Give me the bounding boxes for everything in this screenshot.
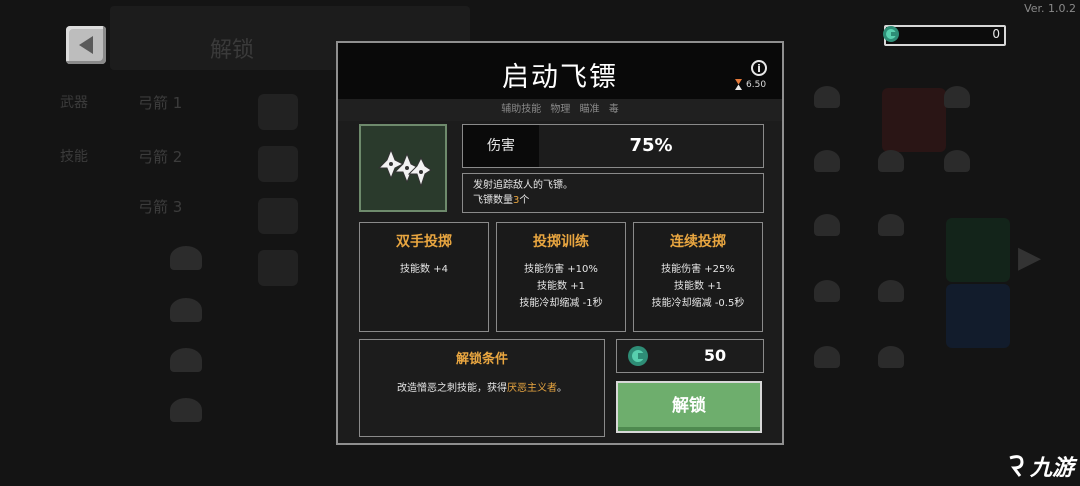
skill-icon-box [359,124,447,212]
lock-icon [878,150,904,172]
bg-list-label: 弓箭 2 [138,148,183,166]
upgrade-effect: 技能伤害 +10% [524,264,598,275]
lock-icon [170,398,202,422]
unlock-button[interactable]: 解锁 [616,381,762,433]
bg-skill-icon [258,146,298,182]
upgrade-card-throw-training[interactable]: 投掷训练 技能伤害 +10% 技能数 +1 技能冷却缩减 -1秒 [496,222,626,332]
lock-icon [878,280,904,302]
upgrade-title: 投掷训练 [533,234,589,250]
lock-icon [814,150,840,172]
currency-bar: 0 [882,25,1006,47]
bg-skill-icon [258,94,298,130]
lock-icon [170,246,202,270]
back-arrow-icon [79,36,93,54]
description-line: 飞镖数量3个 [473,193,753,208]
description-line: 发射追踪敌人的飞镖。 [473,180,573,191]
skill-tag: 辅助技能 [501,104,542,115]
bg-list-label: 弓箭 3 [138,198,183,216]
lock-icon [944,150,970,172]
bg-skill-icon [258,198,298,234]
upgrade-effect: 技能冷却缩减 -1秒 [519,298,603,309]
cost-value: 50 [703,346,727,365]
skill-tag: 毒 [608,104,619,115]
skill-detail-panel: 启动飞镖 i 6.50 辅助技能 物理 瞄准 毒 伤害 75% 发射追踪敌人的飞… [336,41,784,445]
lock-icon [814,280,840,302]
upgrade-title: 双手投掷 [396,234,452,250]
upgrade-effect: 技能数 +1 [537,281,585,292]
bg-banner-text: 解锁 [210,38,255,63]
bg-grid-cell [946,284,1010,348]
damage-row: 伤害 75% [462,124,764,168]
cooldown: 6.50 [735,79,766,90]
upgrade-effect: 技能冷却缩减 -0.5秒 [651,298,745,309]
upgrade-effect: 技能数 +4 [400,264,448,275]
upgrade-card-continuous-throw[interactable]: 连续投掷 技能伤害 +25% 技能数 +1 技能冷却缩减 -0.5秒 [633,222,763,332]
shuriken-icon [377,148,432,188]
hourglass-icon [735,79,742,90]
version-label: Ver. 1.0.2 [1024,2,1076,15]
bg-skill-icon [258,250,298,286]
bg-grid-cell [882,88,946,152]
jiuyou-logo-icon [1009,455,1024,477]
unlock-condition-box: 解锁条件 改造憎恶之刺技能，获得厌恶主义者。 [359,339,605,437]
condition-text: 改造憎恶之刺技能，获得 [397,383,507,394]
unlock-condition-title: 解锁条件 [455,352,508,367]
upgrade-effect: 技能伤害 +25% [661,264,735,275]
lock-icon [170,298,202,322]
upgrade-title: 连续投掷 [670,234,726,250]
back-button[interactable] [66,26,106,64]
watermark: 九游 [1006,450,1074,482]
description-text: 飞镖数量 [473,195,513,206]
skill-tag: 物理 [550,104,571,115]
skill-tag: 瞄准 [579,104,600,115]
description-text: 个 [519,195,530,206]
watermark-text: 九游 [1029,456,1074,481]
upgrade-effect: 技能数 +1 [674,281,722,292]
unlock-condition-text: 改造憎恶之刺技能，获得厌恶主义者。 [360,379,604,394]
panel-header: 启动飞镖 i 6.50 [338,43,782,99]
lock-icon [814,346,840,368]
lock-icon [878,346,904,368]
lock-icon [878,214,904,236]
currency-value: 0 [992,27,1000,41]
condition-text: 。 [557,383,567,394]
lock-icon [814,86,840,108]
bg-grid-cell [946,218,1010,282]
skill-tags: 辅助技能 物理 瞄准 毒 [338,99,782,121]
damage-label: 伤害 [463,125,539,167]
damage-value: 75% [629,135,673,156]
bg-list-label: 弓箭 1 [138,94,183,112]
lock-icon [814,214,840,236]
lock-icon [944,86,970,108]
lock-icon [170,348,202,372]
gem-icon [627,345,649,371]
skill-description: 发射追踪敌人的飞镖。 飞镖数量3个 [462,173,764,213]
skill-title: 启动飞镖 [502,62,618,93]
info-icon[interactable]: i [751,60,767,76]
upgrade-card-dual-throw[interactable]: 双手投掷 技能数 +4 [359,222,489,332]
gem-icon [882,25,900,47]
unlock-cost: 50 [616,339,764,373]
next-arrow-icon[interactable]: ▶ [1018,240,1041,275]
cooldown-value: 6.50 [746,79,767,90]
condition-highlight: 厌恶主义者 [507,383,557,394]
